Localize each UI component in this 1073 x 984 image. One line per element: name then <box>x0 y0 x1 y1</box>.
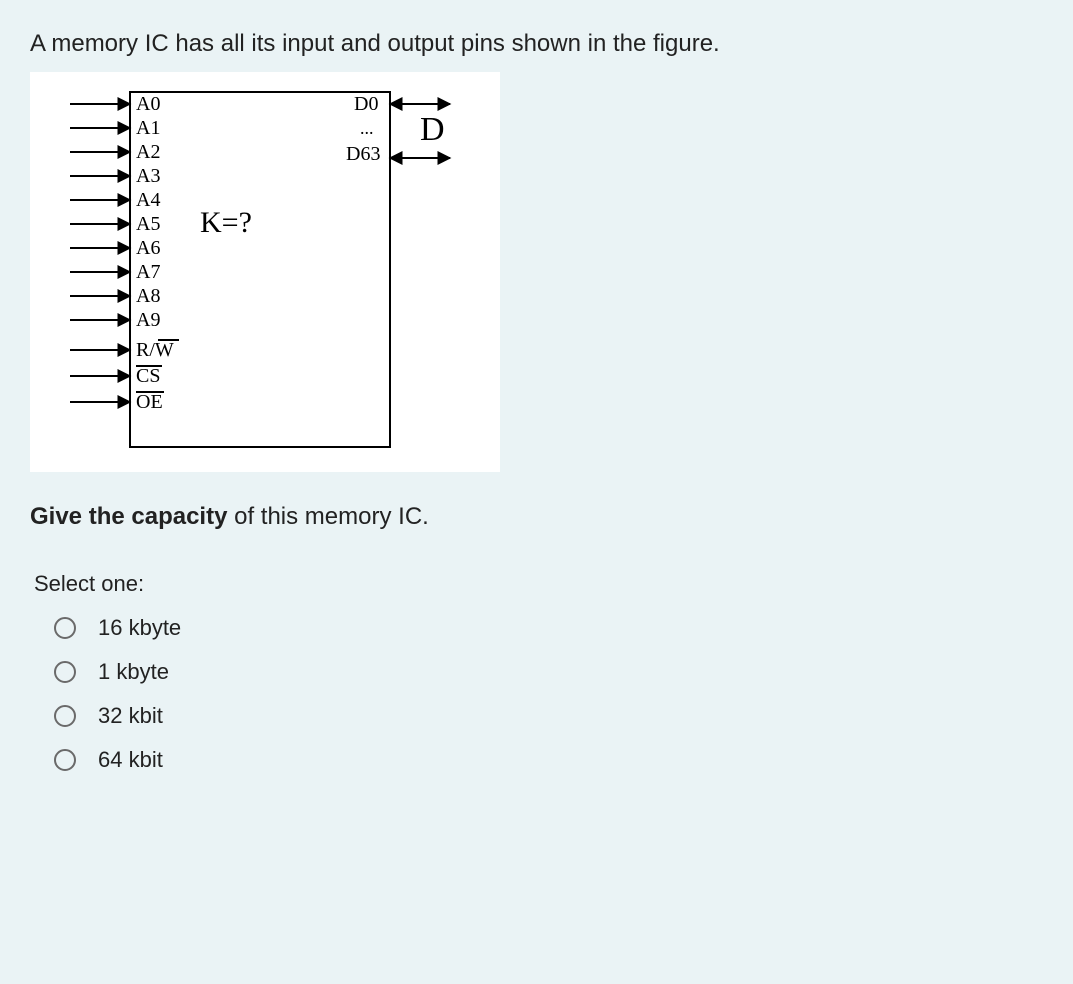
pin-a1: A1 <box>136 117 160 139</box>
control-pins: R/W CS OE <box>70 339 179 413</box>
memory-ic-diagram: A0 A1 A2 A3 A4 A5 A6 A7 A8 A9 <box>40 82 480 462</box>
prompt-rest: of this memory IC. <box>227 503 428 530</box>
radio-icon <box>54 705 76 727</box>
data-dots: ... <box>360 118 374 138</box>
radio-icon <box>54 661 76 683</box>
pin-a3: A3 <box>136 165 160 187</box>
pin-rw: R/W <box>136 339 174 361</box>
pin-a8: A8 <box>136 285 160 307</box>
memory-ic-figure: A0 A1 A2 A3 A4 A5 A6 A7 A8 A9 <box>30 72 500 472</box>
pin-d63: D63 <box>346 143 380 165</box>
option-1[interactable]: 1 kbyte <box>54 659 1043 685</box>
d-label: D <box>420 111 445 148</box>
question-prompt: Give the capacity of this memory IC. <box>30 503 1043 531</box>
prompt-bold: Give the capacity <box>30 503 227 530</box>
option-label: 16 kbyte <box>98 615 181 641</box>
pin-a5: A5 <box>136 213 160 235</box>
question-intro: A memory IC has all its input and output… <box>30 30 1043 58</box>
pin-a4: A4 <box>136 189 160 211</box>
pin-a0: A0 <box>136 93 160 115</box>
option-2[interactable]: 32 kbit <box>54 703 1043 729</box>
option-3[interactable]: 64 kbit <box>54 747 1043 773</box>
options-group: 16 kbyte 1 kbyte 32 kbit 64 kbit <box>54 615 1043 773</box>
radio-icon <box>54 617 76 639</box>
pin-a9: A9 <box>136 309 160 331</box>
pin-oe: OE <box>136 391 163 413</box>
pin-a7: A7 <box>136 261 160 283</box>
pin-a2: A2 <box>136 141 160 163</box>
option-0[interactable]: 16 kbyte <box>54 615 1043 641</box>
data-pins: D0 ... D63 D <box>346 93 450 165</box>
radio-icon <box>54 749 76 771</box>
option-label: 1 kbyte <box>98 659 169 685</box>
pin-d0: D0 <box>354 93 378 115</box>
pin-cs: CS <box>136 365 160 387</box>
option-label: 64 kbit <box>98 747 163 773</box>
option-label: 32 kbit <box>98 703 163 729</box>
select-header: Select one: <box>34 571 1043 597</box>
k-label: K=? <box>200 206 252 239</box>
pin-a6: A6 <box>136 237 160 259</box>
